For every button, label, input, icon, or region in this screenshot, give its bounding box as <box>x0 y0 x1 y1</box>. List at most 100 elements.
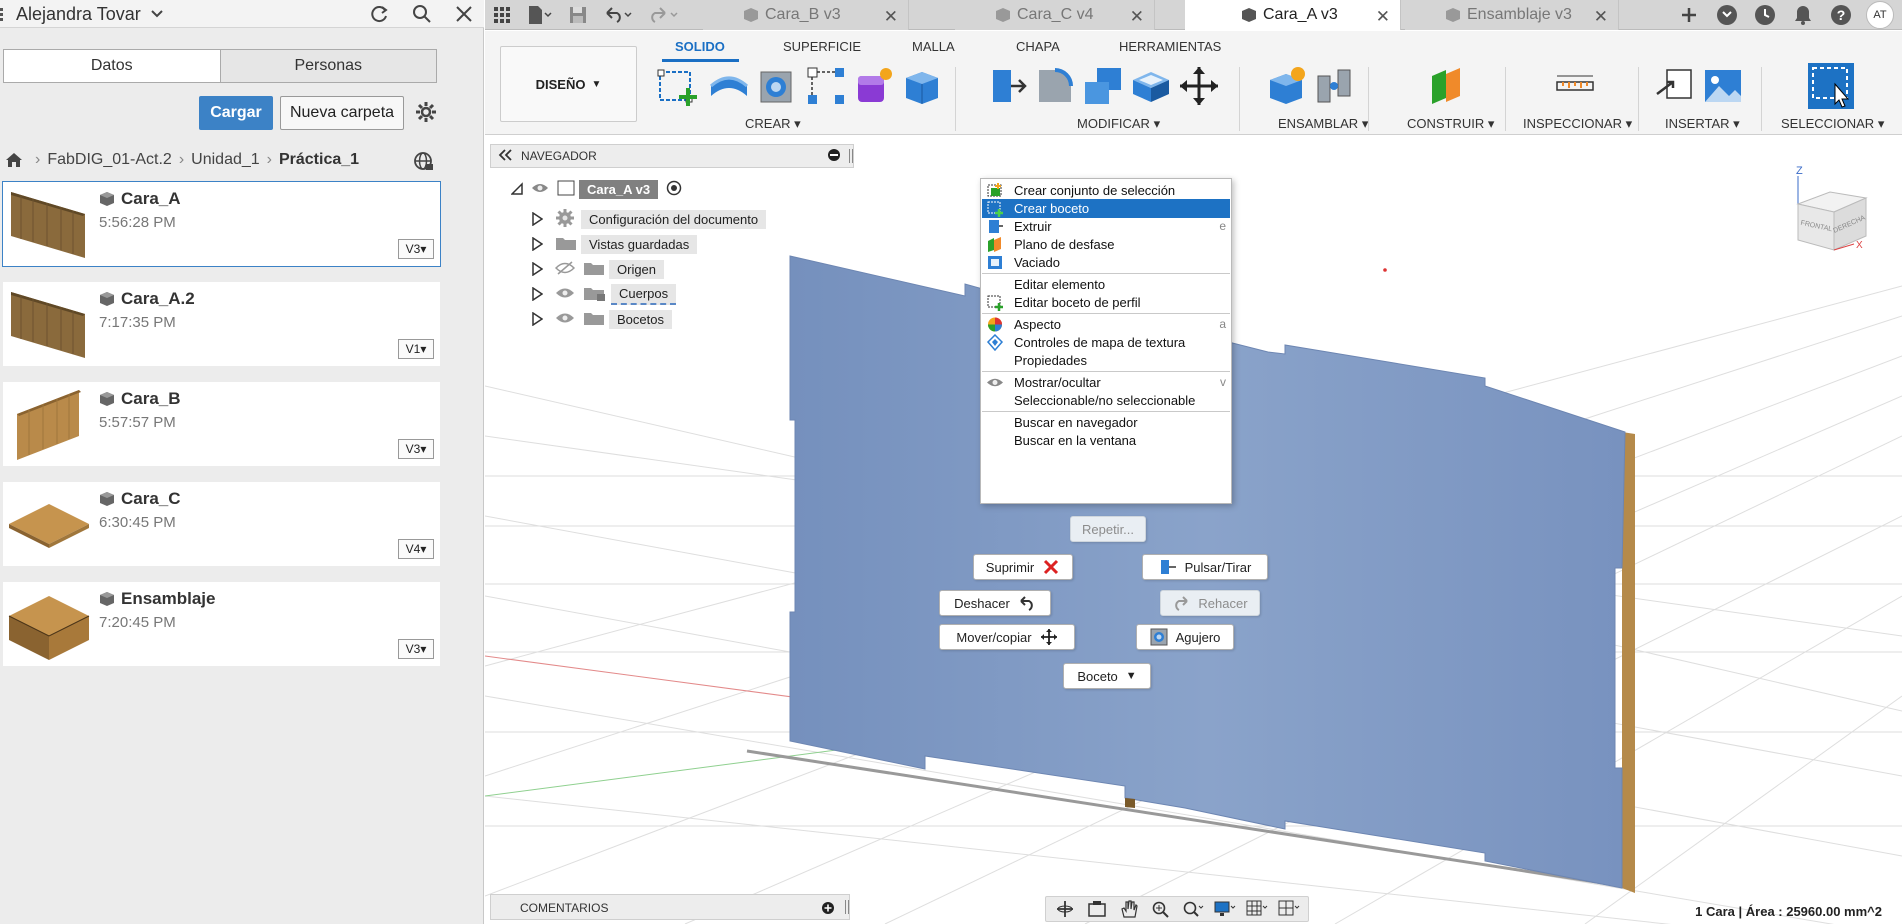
combine-icon[interactable] <box>1081 64 1125 108</box>
version-badge[interactable]: V3 ▾ <box>398 639 434 659</box>
file-item-cara-a[interactable]: Cara_A 5:56:28 PM V3 ▾ <box>2 181 441 267</box>
close-icon[interactable] <box>452 2 476 26</box>
move-icon[interactable] <box>1177 64 1221 108</box>
undo-button[interactable]: Deshacer <box>939 590 1051 616</box>
resize-handle-icon[interactable] <box>849 149 853 163</box>
browser-item-named-views[interactable]: Vistas guardadas <box>531 233 698 255</box>
notifications-icon[interactable] <box>1790 2 1816 28</box>
add-comment-icon[interactable] <box>821 901 835 915</box>
press-pull-icon[interactable] <box>985 64 1029 108</box>
tab-cara-a[interactable]: Cara_A v3 ✕ <box>1185 0 1401 30</box>
joint-icon[interactable] <box>1312 64 1356 108</box>
hole-button[interactable]: Agujero <box>1136 624 1234 650</box>
fillet-icon[interactable] <box>1033 64 1077 108</box>
new-component-icon[interactable] <box>1264 64 1308 108</box>
activate-radio-icon[interactable] <box>666 180 682 199</box>
look-at-icon[interactable] <box>1086 899 1108 919</box>
tab-solido[interactable]: SOLIDO <box>675 39 725 54</box>
file-item-ensamblaje[interactable]: Ensamblaje 7:20:45 PM V3 ▾ <box>3 582 440 666</box>
zoom-window-icon[interactable] <box>1182 899 1204 919</box>
version-badge[interactable]: V4 ▾ <box>398 539 434 559</box>
press-pull-button[interactable]: Pulsar/Tirar <box>1142 554 1268 580</box>
orbit-icon[interactable] <box>1054 899 1076 919</box>
revolve-icon[interactable] <box>755 64 799 108</box>
version-badge[interactable]: V3 ▾ <box>398 239 434 259</box>
browser-item-document-settings[interactable]: Configuración del documento <box>531 208 767 230</box>
tab-datos[interactable]: Datos <box>4 50 220 82</box>
menu-item-show-hide[interactable]: Mostrar/ocultar v <box>982 373 1230 392</box>
collapsed-triangle-icon[interactable] <box>531 312 543 326</box>
menu-item-selectable[interactable]: Seleccionable/no seleccionable <box>982 391 1230 410</box>
collapsed-triangle-icon[interactable] <box>531 237 543 251</box>
tab-cara-c[interactable]: Cara_C v4 ✕ <box>955 0 1155 30</box>
zoom-icon[interactable] <box>1150 899 1172 919</box>
file-menu-icon[interactable] <box>527 3 553 27</box>
tab-superficie[interactable]: SUPERFICIE <box>783 39 861 54</box>
eye-icon[interactable] <box>531 182 549 197</box>
repeat-button[interactable]: Repetir... <box>1070 516 1146 542</box>
extensions-icon[interactable] <box>1714 2 1740 28</box>
menu-item-find-in-window[interactable]: Buscar en la ventana <box>982 431 1230 450</box>
menu-item-offset-plane[interactable]: Plano de desfase <box>982 235 1230 254</box>
sketch-dropdown[interactable]: Boceto ▼ <box>1063 663 1151 689</box>
avatar[interactable]: AT <box>1866 1 1894 29</box>
suppress-button[interactable]: Suprimir <box>973 554 1073 580</box>
move-copy-button[interactable]: Mover/copiar <box>939 624 1075 650</box>
refresh-icon[interactable] <box>368 2 392 26</box>
tab-cara-b[interactable]: Cara_B v3 ✕ <box>703 0 909 30</box>
form-icon[interactable] <box>852 64 896 108</box>
group-ensamblar[interactable]: ENSAMBLAR ▾ <box>1278 116 1368 132</box>
group-construir[interactable]: CONSTRUIR ▾ <box>1407 116 1494 132</box>
shell-icon[interactable] <box>1129 64 1173 108</box>
help-icon[interactable]: ? <box>1828 2 1854 28</box>
globe-icon[interactable] <box>412 150 434 172</box>
version-badge[interactable]: V1 ▾ <box>398 339 434 359</box>
tab-chapa[interactable]: CHAPA <box>1016 39 1060 54</box>
group-modificar[interactable]: MODIFICAR ▾ <box>1077 116 1160 132</box>
display-settings-icon[interactable] <box>1214 899 1236 919</box>
grid-settings-icon[interactable] <box>1246 899 1268 919</box>
version-badge[interactable]: V3 ▾ <box>398 439 434 459</box>
file-item-cara-b[interactable]: Cara_B 5:57:57 PM V3 ▾ <box>3 382 440 466</box>
eye-hidden-icon[interactable] <box>554 260 576 278</box>
menu-item-create-sketch[interactable]: Crear boceto <box>982 199 1230 218</box>
collapse-panel-icon[interactable] <box>497 147 513 163</box>
browser-item-origin[interactable]: Origen <box>531 258 665 280</box>
insert-derive-icon[interactable] <box>1653 64 1697 108</box>
create-sketch-icon[interactable] <box>656 64 700 108</box>
insert-canvas-icon[interactable] <box>1701 64 1745 108</box>
eye-icon[interactable] <box>555 311 575 328</box>
minimize-icon[interactable] <box>827 148 841 162</box>
menu-item-create-selection-set[interactable]: Crear conjunto de selección <box>982 181 1230 200</box>
redo-icon[interactable] <box>649 3 679 27</box>
expanded-triangle-icon[interactable] <box>511 182 523 196</box>
eye-icon[interactable] <box>555 286 575 303</box>
menu-item-properties[interactable]: Propiedades <box>982 351 1230 370</box>
undo-icon[interactable] <box>603 3 633 27</box>
group-seleccionar[interactable]: SELECCIONAR ▾ <box>1781 116 1884 132</box>
tab-herramientas[interactable]: HERRAMIENTAS <box>1119 39 1221 54</box>
workspace-switcher[interactable]: DISEÑO ▼ <box>500 46 637 122</box>
root-label[interactable]: Cara_A v3 <box>579 179 659 199</box>
search-icon[interactable] <box>410 2 434 26</box>
new-folder-button[interactable]: Nueva carpeta <box>280 96 404 130</box>
group-insertar[interactable]: INSERTAR ▾ <box>1665 116 1740 132</box>
browser-item-bodies[interactable]: Cuerpos <box>531 283 677 305</box>
breadcrumb-project[interactable]: FabDIG_01-Act.2 <box>47 151 172 169</box>
box-icon[interactable] <box>900 64 944 108</box>
tab-ensamblaje[interactable]: Ensamblaje v3 ✕ <box>1405 0 1619 30</box>
browser-root-node[interactable]: Cara_A v3 <box>511 178 682 200</box>
select-icon[interactable] <box>1807 62 1855 110</box>
tab-personas[interactable]: Personas <box>219 50 436 82</box>
group-crear[interactable]: CREAR ▾ <box>745 116 801 132</box>
collapsed-triangle-icon[interactable] <box>531 287 543 301</box>
menu-item-texture-map[interactable]: Controles de mapa de textura <box>982 333 1230 352</box>
user-menu[interactable]: Alejandra Tovar <box>0 3 163 25</box>
3d-viewport[interactable]: NAVEGADOR Cara_A v3 Configuración del do… <box>485 136 1902 924</box>
group-inspeccionar[interactable]: INSPECCIONAR ▾ <box>1523 116 1632 132</box>
redo-button[interactable]: Rehacer <box>1160 590 1260 616</box>
tab-malla[interactable]: MALLA <box>912 39 955 54</box>
home-icon[interactable] <box>5 151 23 169</box>
collapsed-triangle-icon[interactable] <box>531 212 543 226</box>
collapsed-triangle-icon[interactable] <box>531 262 543 276</box>
